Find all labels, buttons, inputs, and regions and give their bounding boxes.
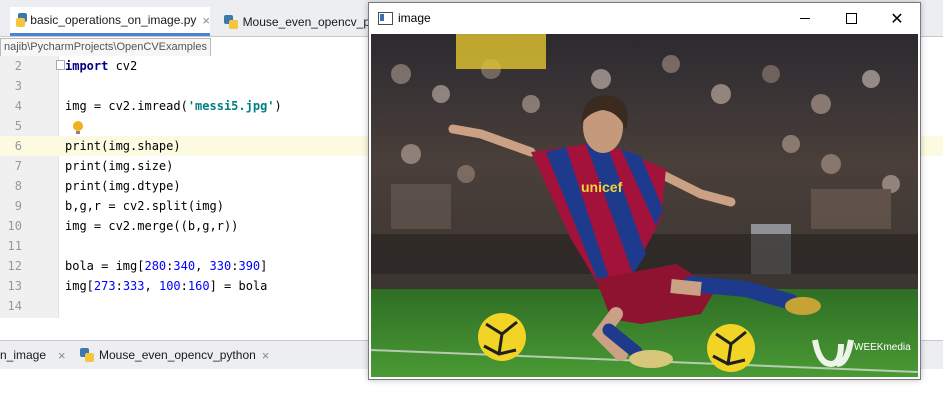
tab-label: Mouse_even_opencv_python	[99, 348, 256, 362]
close-tab-icon[interactable]: ×	[262, 348, 270, 363]
code-text: img = cv2.imread('messi5.jpg')	[65, 99, 282, 113]
window-title: image	[398, 11, 431, 25]
line-number: 5	[14, 119, 22, 133]
minimize-icon	[800, 18, 810, 19]
code-text: b,g,r = cv2.split(img)	[65, 199, 224, 213]
code-text: print(img.shape)	[65, 139, 181, 153]
yellow-banner	[456, 34, 546, 69]
code-text: print(img.size)	[65, 159, 174, 173]
window-app-icon	[378, 12, 393, 25]
tab-basic-operations[interactable]: basic_operations_on_image.py ×	[10, 7, 210, 36]
line-number: 14	[7, 299, 22, 313]
line-number: 12	[7, 259, 22, 273]
tab-label: Mouse_even_opencv_py	[242, 14, 376, 29]
line-number: 7	[14, 159, 22, 173]
path-tooltip: najib\PycharmProjects\OpenCVExamples	[0, 38, 211, 57]
football-right	[707, 324, 755, 372]
fold-icon[interactable]	[56, 60, 65, 70]
python-file-icon	[16, 13, 28, 27]
run-tab-mouse[interactable]: Mouse_even_opencv_python ×	[76, 341, 269, 369]
code-text: img[273:333, 100:160] = bola	[65, 279, 268, 293]
messi-photo: unicef WEEKmedia	[371, 34, 918, 377]
lightbulb-icon[interactable]	[73, 121, 83, 134]
line-number: 9	[14, 199, 22, 213]
line-number: 11	[7, 239, 22, 253]
code-text: print(img.dtype)	[65, 179, 181, 193]
close-tab-icon[interactable]: ×	[58, 348, 66, 363]
football-left	[478, 313, 526, 361]
tab-label: basic_operations_on_image.py	[30, 13, 197, 27]
code-text: import cv2	[65, 59, 138, 73]
line-number: 2	[14, 59, 22, 73]
code-text: img = cv2.merge((b,g,r))	[65, 219, 239, 233]
line-number: 13	[7, 279, 22, 293]
code-text: bola = img[280:340, 330:390]	[65, 259, 268, 273]
line-number: 3	[14, 79, 22, 93]
minimize-button[interactable]	[782, 3, 828, 34]
run-tab-image[interactable]: n_image ×	[0, 341, 66, 369]
line-number: 6	[14, 139, 22, 153]
maximize-icon	[845, 13, 857, 24]
line-number: 4	[14, 99, 22, 113]
python-file-icon	[224, 14, 238, 29]
maximize-button[interactable]	[828, 3, 874, 34]
close-icon: ✕	[890, 9, 904, 28]
python-file-icon	[80, 348, 94, 362]
line-number: 8	[14, 179, 22, 193]
window-titlebar[interactable]: image ✕	[369, 3, 920, 34]
watermark-text: WEEKmedia	[854, 342, 911, 353]
close-tab-icon[interactable]: ×	[202, 13, 210, 28]
image-window[interactable]: image ✕ unicef WEEKmedia	[368, 2, 921, 380]
close-button[interactable]: ✕	[874, 3, 920, 34]
keyword-import: import	[65, 59, 109, 73]
tab-mouse-even[interactable]: Mouse_even_opencv_py	[216, 7, 376, 36]
line-number: 10	[7, 219, 22, 233]
image-canvas[interactable]: unicef WEEKmedia	[371, 34, 918, 377]
shirt-sponsor-text: unicef	[581, 179, 623, 195]
tab-label: n_image	[0, 348, 47, 362]
